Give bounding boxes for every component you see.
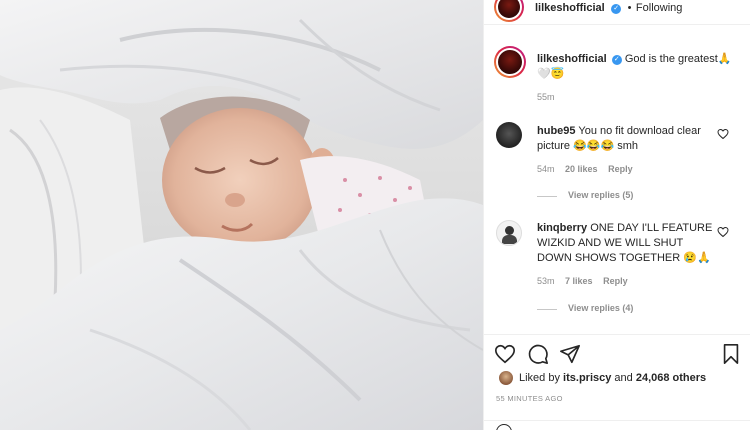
reply-button[interactable]: Reply [608,164,633,174]
view-replies-line [537,196,557,197]
bookmark-icon[interactable] [720,343,742,365]
view-replies-button[interactable]: View replies (5) [568,190,633,200]
sleeping-baby-image [0,0,483,430]
heart-icon[interactable] [494,343,516,365]
author-avatar[interactable] [494,0,524,22]
post-timestamp[interactable]: 55 MINUTES AGO [496,394,563,403]
post-header: lilkeshofficial ✓ • Following [484,0,750,25]
caption-time[interactable]: 55m [537,92,555,102]
likes-count[interactable]: 24,068 others [636,372,706,384]
liker-username[interactable]: its.priscy [563,372,611,384]
reply-button[interactable]: Reply [603,276,628,286]
liker-avatar[interactable] [499,371,513,385]
post-actions: Liked by its.priscy and 24,068 others 55… [484,334,750,403]
comment-time[interactable]: 53m [537,276,555,286]
comment-box-divider [484,420,750,421]
comment-time[interactable]: 54m [537,164,555,174]
post-sidebar: lilkeshofficial ✓ • Following lilkeshoff… [483,0,750,430]
separator-dot: • [627,2,632,14]
caption-emojis: 🤍😇 [537,68,565,80]
comment-heart-icon[interactable] [717,226,729,238]
liked-by-prefix: Liked by [519,372,560,384]
commenter-avatar[interactable] [496,122,522,148]
comment-icon[interactable] [527,343,549,365]
post-photo[interactable] [0,0,483,430]
verified-badge-icon: ✓ [611,55,622,65]
view-replies-line [537,309,557,310]
caption-username[interactable]: lilkeshofficial [537,53,607,65]
view-replies-button[interactable]: View replies (4) [568,303,633,313]
following-button[interactable]: Following [636,2,682,14]
caption-text: God is the greatest🙏 [624,53,732,65]
verified-badge-icon: ✓ [611,4,622,14]
commenter-username[interactable]: hube95 [537,125,576,137]
author-username[interactable]: lilkeshofficial [535,2,605,14]
share-icon[interactable] [559,343,581,365]
caption-author-avatar[interactable] [494,46,526,78]
comment-likes[interactable]: 7 likes [565,276,593,286]
comment-heart-icon[interactable] [717,128,729,140]
commenter-username[interactable]: kinqberry [537,222,587,234]
commenter-avatar[interactable] [496,220,522,246]
liked-by-and: and [614,372,633,384]
emoji-icon[interactable] [496,424,512,430]
comment-likes[interactable]: 20 likes [565,164,598,174]
